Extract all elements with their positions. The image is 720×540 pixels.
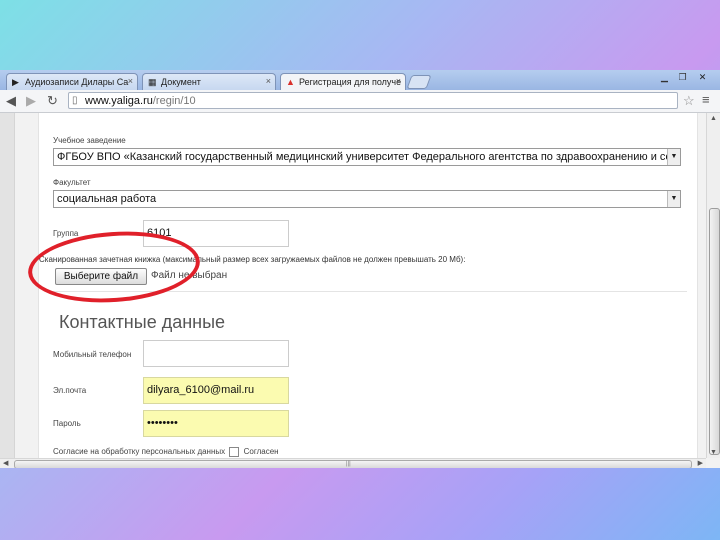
- tab-document[interactable]: ▦ Документ ×: [142, 73, 276, 90]
- phone-input[interactable]: [143, 340, 289, 367]
- tab-registration[interactable]: ▲ Регистрация для получе ×: [280, 73, 406, 90]
- yaliga-icon: ▲: [286, 77, 295, 87]
- chevron-down-icon: ▼: [667, 149, 680, 165]
- institution-label: Учебное заведение: [53, 136, 126, 145]
- close-tab-icon[interactable]: ×: [266, 76, 271, 86]
- address-bar[interactable]: ▯ www.yaliga.ru/regin/10: [68, 92, 678, 109]
- vertical-scroll-thumb[interactable]: [709, 208, 720, 455]
- play-icon: ▶: [12, 77, 19, 87]
- forward-icon[interactable]: ▶: [26, 93, 36, 109]
- vertical-scrollbar[interactable]: ▲ ▼: [706, 113, 720, 458]
- wrench-menu-icon[interactable]: ≡: [702, 92, 710, 107]
- url-host: www.yaliga.ru: [85, 95, 153, 107]
- reload-icon[interactable]: ↻: [47, 93, 58, 109]
- scroll-grip-icon: |||: [346, 461, 351, 467]
- minimize-button[interactable]: ▁: [656, 70, 673, 84]
- contact-heading: Контактные данные: [59, 312, 226, 332]
- url-path: /regin/10: [152, 95, 196, 107]
- back-icon[interactable]: ◀: [6, 93, 16, 109]
- faculty-value: социальная работа: [57, 193, 157, 205]
- scroll-right-icon[interactable]: ▶: [698, 459, 703, 467]
- scroll-up-icon[interactable]: ▲: [710, 115, 717, 122]
- scroll-down-icon[interactable]: ▼: [710, 449, 717, 456]
- document-icon: ▦: [148, 77, 157, 87]
- institution-select[interactable]: ФГБОУ ВПО «Казанский государственный мед…: [53, 148, 681, 166]
- tab-strip: ▶ Аудиозаписи Дилары Са × ▦ Документ × ▲…: [0, 70, 720, 90]
- chevron-down-icon: ▼: [667, 191, 680, 207]
- consent-check-label: Согласен: [243, 447, 279, 457]
- consent-label: Согласие на обработку персональных данны…: [53, 447, 226, 457]
- page-icon: ▯: [72, 95, 78, 106]
- close-tab-icon[interactable]: ×: [396, 76, 401, 86]
- email-label: Эл.почта: [53, 386, 87, 395]
- toolbar: ◀ ▶ ↻ ▯ www.yaliga.ru/regin/10 ☆ ≡: [0, 90, 720, 113]
- scroll-left-icon[interactable]: ◀: [3, 459, 8, 467]
- password-label: Пароль: [53, 419, 81, 428]
- consent-row: Согласие на обработку персональных данны…: [53, 447, 279, 457]
- maximize-button[interactable]: ❐: [674, 70, 691, 84]
- close-tab-icon[interactable]: ×: [128, 76, 133, 86]
- tab-label: Регистрация для получе: [299, 77, 402, 87]
- password-input[interactable]: ••••••••: [143, 410, 289, 437]
- phone-label: Мобильный телефон: [53, 350, 132, 359]
- consent-checkbox[interactable]: [229, 447, 240, 457]
- bookmark-star-icon[interactable]: ☆: [683, 93, 695, 109]
- tab-label: Аудиозаписи Дилары Са: [25, 77, 129, 87]
- email-input[interactable]: dilyara_6100@mail.ru: [143, 377, 289, 404]
- close-window-button[interactable]: ✕: [694, 70, 711, 84]
- group-label: Группа: [53, 229, 79, 238]
- horizontal-scroll-thumb[interactable]: [14, 460, 692, 468]
- institution-value: ФГБОУ ВПО «Казанский государственный мед…: [57, 151, 672, 163]
- faculty-label: Факультет: [53, 178, 91, 187]
- tab-audio[interactable]: ▶ Аудиозаписи Дилары Са ×: [6, 73, 138, 90]
- new-tab-button[interactable]: [406, 75, 432, 89]
- left-gutter: [0, 113, 15, 458]
- faculty-select[interactable]: социальная работа ▼: [53, 190, 681, 208]
- tab-label: Документ: [161, 77, 201, 87]
- horizontal-scrollbar[interactable]: ◀ ||| ▶: [0, 458, 706, 468]
